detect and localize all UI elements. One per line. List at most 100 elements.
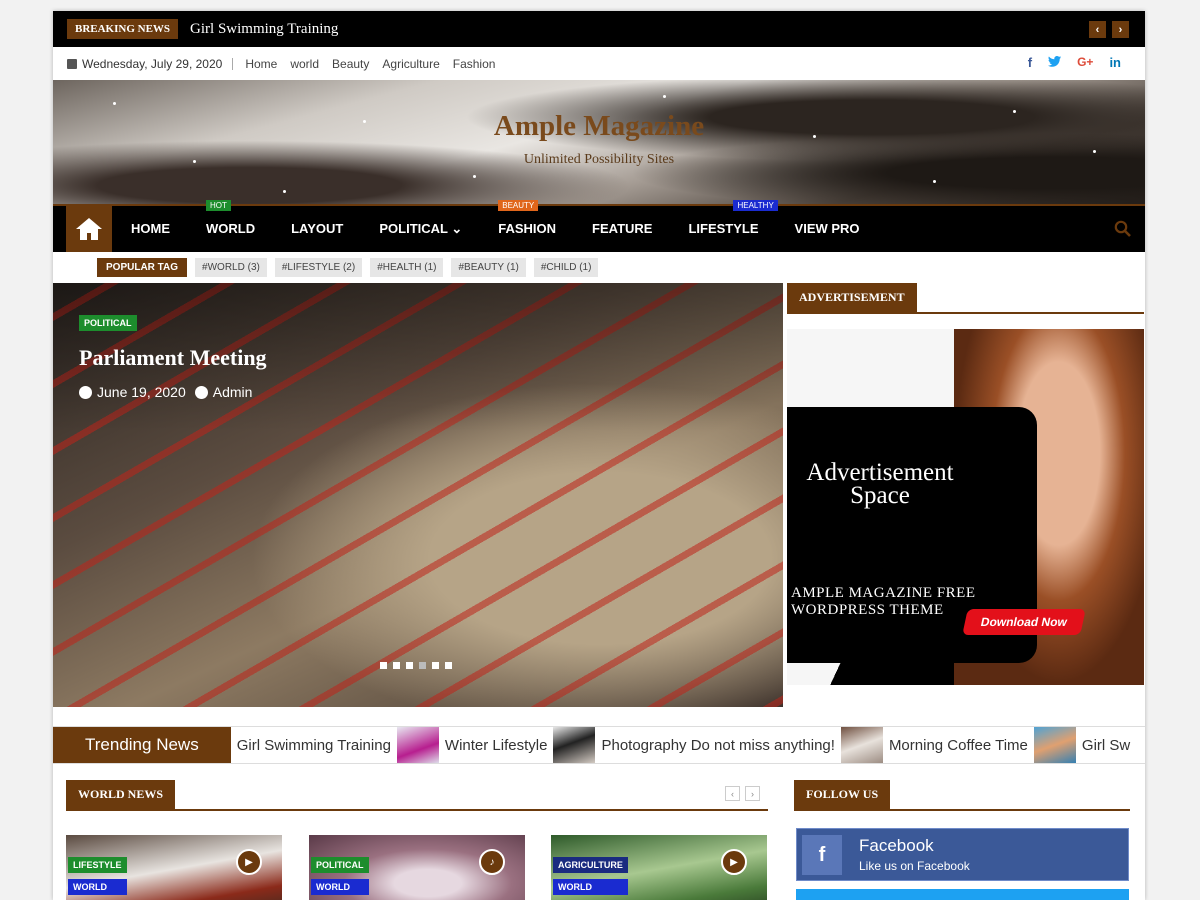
trending-item[interactable]: Photography Do not miss anything! xyxy=(547,727,835,763)
breaking-news-headline[interactable]: Girl Swimming Training xyxy=(190,21,338,38)
popular-tags: POPULAR TAG #WORLD (3) #LIFESTYLE (2) #H… xyxy=(53,252,1145,283)
top-link-agriculture[interactable]: Agriculture xyxy=(382,57,439,71)
follow-us-heading: FOLLOW US xyxy=(794,780,1130,811)
slider-dot[interactable] xyxy=(380,662,387,669)
trending-items: Girl Swimming Training Winter Lifestyle … xyxy=(231,727,1130,763)
category-badge[interactable]: AGRICULTURE xyxy=(553,857,628,873)
top-link-fashion[interactable]: Fashion xyxy=(453,57,496,71)
site-title[interactable]: Ample Magazine xyxy=(53,110,1145,143)
hero-slider[interactable]: POLITICAL Parliament Meeting June 19, 20… xyxy=(53,283,783,707)
nav-item-feature[interactable]: FEATURE xyxy=(592,221,652,237)
breaking-news-bar: BREAKING NEWS Girl Swimming Training ‹ › xyxy=(53,11,1145,47)
slider-dot[interactable] xyxy=(432,662,439,669)
category-badge[interactable]: POLITICAL xyxy=(311,857,369,873)
download-now-button[interactable]: Download Now xyxy=(962,609,1086,635)
hero-title[interactable]: Parliament Meeting xyxy=(79,345,267,371)
ad-title: Advertisement Space xyxy=(806,459,954,509)
video-icon: ▶ xyxy=(236,849,262,875)
page: BREAKING NEWS Girl Swimming Training ‹ ›… xyxy=(53,11,1145,900)
card-badges: AGRICULTURE WORLD xyxy=(553,857,628,895)
nav-item-world[interactable]: HOT WORLD xyxy=(206,200,255,237)
hero-category-badge[interactable]: POLITICAL xyxy=(79,315,137,331)
news-card[interactable]: LIFESTYLE WORLD ▶ xyxy=(66,835,282,900)
trending-news-ticker: Trending News Girl Swimming Training Win… xyxy=(53,726,1145,764)
chevron-left-icon[interactable]: ‹ xyxy=(1089,21,1106,38)
facebook-title: Facebook xyxy=(859,836,934,855)
trending-item[interactable]: Girl Sw xyxy=(1028,727,1130,763)
healthy-badge: HEALTHY xyxy=(733,200,778,211)
snowflake xyxy=(473,175,476,178)
slider-dot[interactable] xyxy=(393,662,400,669)
category-badge[interactable]: WORLD xyxy=(311,879,369,895)
ad-subtitle: AMPLE MAGAZINE FREE WORDPRESS THEME xyxy=(791,585,976,618)
advertisement-banner[interactable]: Advertisement Space AMPLE MAGAZINE FREE … xyxy=(787,329,1144,685)
chevron-right-icon[interactable]: › xyxy=(745,786,760,801)
hero-date: June 19, 2020 xyxy=(97,384,186,400)
twitter-icon[interactable] xyxy=(1048,55,1062,70)
top-links: Home world Beauty Agriculture Fashion xyxy=(245,57,495,71)
facebook-follow-box[interactable]: f Facebook Like us on Facebook xyxy=(796,828,1129,881)
tag-child[interactable]: #CHILD (1) xyxy=(533,258,599,277)
snowflake xyxy=(283,190,286,193)
trending-thumbnail xyxy=(840,727,883,763)
trending-thumbnail xyxy=(396,727,439,763)
category-badge[interactable]: WORLD xyxy=(68,879,127,895)
snowflake xyxy=(113,102,116,105)
top-link-home[interactable]: Home xyxy=(245,57,277,71)
advertisement-heading: ADVERTISEMENT xyxy=(787,283,1144,314)
tag-world[interactable]: #WORLD (3) xyxy=(195,258,267,277)
tag-beauty[interactable]: #BEAUTY (1) xyxy=(451,258,526,277)
nav-item-fashion[interactable]: BEAUTY FASHION xyxy=(498,200,556,237)
hero-author[interactable]: Admin xyxy=(213,384,253,400)
site-tagline: Unlimited Possibility Sites xyxy=(523,152,675,167)
snowflake xyxy=(663,95,666,98)
card-badges: LIFESTYLE WORLD xyxy=(68,857,127,895)
popular-tag-label: POPULAR TAG xyxy=(97,258,188,277)
search-icon[interactable] xyxy=(1114,220,1131,242)
google-plus-icon[interactable]: G+ xyxy=(1077,55,1093,70)
trending-label: Trending News xyxy=(53,727,231,763)
top-bar: Wednesday, July 29, 2020 Home world Beau… xyxy=(53,47,1145,80)
slider-dots xyxy=(380,662,452,669)
user-icon xyxy=(194,385,208,399)
home-icon xyxy=(76,218,102,240)
nav-item-layout[interactable]: LAYOUT xyxy=(291,221,343,237)
home-button[interactable] xyxy=(66,206,112,252)
twitter-follow-box[interactable] xyxy=(796,889,1129,900)
category-badge[interactable]: LIFESTYLE xyxy=(68,857,127,873)
tag-health[interactable]: #HEALTH (1) xyxy=(370,258,444,277)
category-badge[interactable]: WORLD xyxy=(553,879,628,895)
slider-dot[interactable] xyxy=(419,662,426,669)
social-links: f G+ in xyxy=(1028,55,1121,70)
nav-item-view-pro[interactable]: VIEW PRO xyxy=(795,221,860,237)
trending-thumbnail xyxy=(553,727,596,763)
calendar-icon xyxy=(67,58,77,69)
chevron-right-icon[interactable]: › xyxy=(1112,21,1129,38)
nav-item-lifestyle[interactable]: HEALTHY LIFESTYLE xyxy=(688,200,778,237)
divider xyxy=(232,57,234,70)
facebook-subtitle: Like us on Facebook xyxy=(859,859,970,873)
facebook-icon[interactable]: f xyxy=(1028,55,1032,70)
beauty-badge: BEAUTY xyxy=(498,200,539,211)
top-link-beauty[interactable]: Beauty xyxy=(332,57,369,71)
trending-item[interactable]: Winter Lifestyle xyxy=(391,727,547,763)
slider-dot[interactable] xyxy=(406,662,413,669)
audio-icon: ♪ xyxy=(479,849,505,875)
trending-thumbnail xyxy=(1033,727,1076,763)
top-link-world[interactable]: world xyxy=(290,57,319,71)
trending-item[interactable]: Morning Coffee Time xyxy=(835,727,1028,763)
world-news-heading: WORLD NEWS xyxy=(66,780,768,811)
nav-item-home[interactable]: HOME xyxy=(131,221,170,237)
slider-dot[interactable] xyxy=(445,662,452,669)
news-card[interactable]: AGRICULTURE WORLD ▶ xyxy=(551,835,767,900)
facebook-icon: f xyxy=(802,835,842,875)
tag-lifestyle[interactable]: #LIFESTYLE (2) xyxy=(274,258,363,277)
main-nav: HOME HOT WORLD LAYOUT POLITICAL ⌄ BEAUTY… xyxy=(53,200,1145,252)
chevron-left-icon[interactable]: ‹ xyxy=(725,786,740,801)
news-card[interactable]: POLITICAL WORLD ♪ xyxy=(309,835,525,900)
current-date: Wednesday, July 29, 2020 xyxy=(82,56,223,71)
header-banner: Ample Magazine Unlimited Possibility Sit… xyxy=(53,80,1145,204)
trending-item[interactable]: Girl Swimming Training xyxy=(237,737,391,754)
linkedin-icon[interactable]: in xyxy=(1109,55,1121,70)
nav-item-political[interactable]: POLITICAL ⌄ xyxy=(379,221,462,237)
